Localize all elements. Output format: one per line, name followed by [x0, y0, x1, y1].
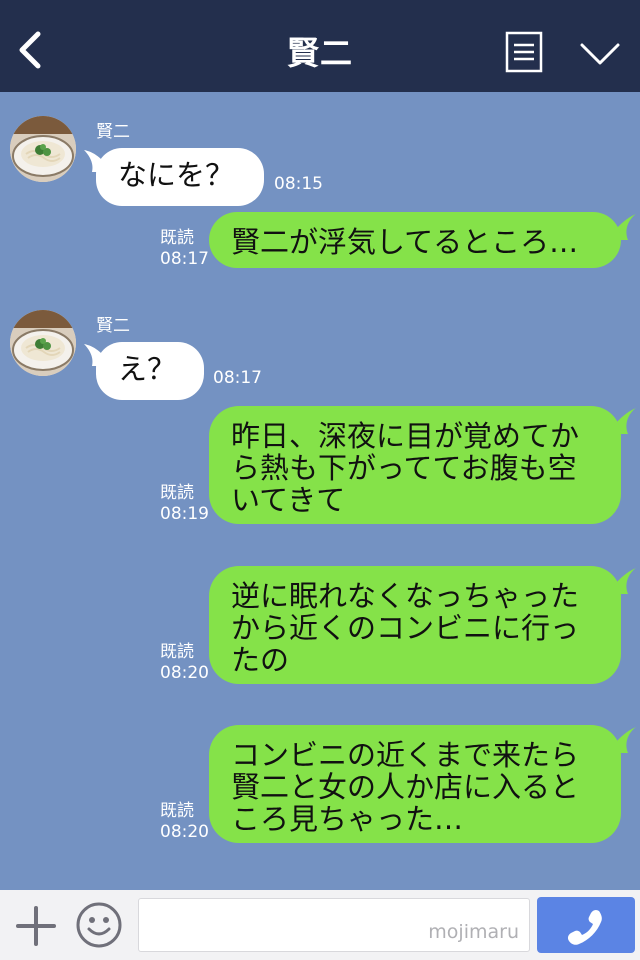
plus-icon [16, 906, 56, 946]
sender-name: 賢二 [96, 316, 130, 336]
chevron-down-icon [580, 43, 620, 65]
message-line: ころ見ちゃった… [231, 802, 464, 836]
message-line: コンビニの近くまで来たら [231, 738, 580, 772]
message-text: 賢二が浮気してるところ… [231, 225, 579, 259]
message-bubble-incoming[interactable]: え？ [96, 342, 204, 400]
message-time: 08:20 [160, 663, 209, 683]
add-button[interactable] [12, 902, 60, 950]
message-line: いてきて [231, 483, 346, 517]
call-button[interactable] [537, 897, 635, 953]
message-line: 賢二と女の人か店に入ると [231, 770, 580, 804]
read-receipt: 既読 08:20 [160, 801, 209, 843]
avatar[interactable] [10, 116, 76, 182]
smiley-icon [76, 902, 122, 948]
message-time: 08:20 [160, 822, 209, 842]
chat-title: 賢二 [286, 34, 353, 72]
message-line: ら熱も下がっててお腹も空 [231, 451, 577, 485]
collapse-button[interactable] [576, 36, 624, 70]
sticker-button[interactable] [74, 900, 124, 950]
read-label: 既読 [160, 801, 194, 821]
message-text: え？ [118, 352, 177, 386]
message-line: 昨日、深夜に目が覚めてか [231, 419, 580, 453]
message-bubble-outgoing[interactable]: 昨日、深夜に目が覚めてか ら熱も下がっててお腹も空 いてきて [209, 406, 621, 524]
read-label: 既読 [160, 483, 194, 503]
message-line: 逆に眠れなくなっちゃった [231, 579, 580, 613]
phone-icon [567, 909, 602, 945]
menu-button[interactable] [504, 30, 544, 74]
chat-header: 賢二 [0, 0, 640, 92]
avatar[interactable] [10, 310, 76, 376]
sender-name: 賢二 [96, 122, 130, 142]
message-line: たの [231, 643, 290, 677]
message-line: から近くのコンビニに行っ [231, 611, 580, 645]
udon-bowl-avatar [10, 310, 76, 376]
message-text: なにを？ [118, 158, 235, 192]
message-time: 08:19 [160, 504, 209, 524]
message-bubble-incoming[interactable]: なにを？ [96, 148, 264, 206]
message-time: 08:17 [213, 368, 262, 388]
chat-area[interactable]: 賢二 なにを？ 08:15 既読 08:17 賢二が浮気してるところ… 賢二 え… [0, 92, 640, 890]
read-receipt: 既読 08:17 [160, 228, 209, 270]
message-time: 08:15 [274, 174, 323, 194]
message-input[interactable]: mojimaru [138, 898, 530, 952]
menu-list-icon [505, 31, 543, 73]
read-receipt: 既読 08:20 [160, 642, 209, 684]
message-time: 08:17 [160, 249, 209, 269]
read-receipt: 既読 08:19 [160, 483, 209, 525]
udon-bowl-avatar [10, 116, 76, 182]
message-bubble-outgoing[interactable]: コンビニの近くまで来たら 賢二と女の人か店に入ると ころ見ちゃった… [209, 725, 621, 843]
message-bubble-outgoing[interactable]: 逆に眠れなくなっちゃった から近くのコンビニに行っ たの [209, 566, 621, 684]
message-bubble-outgoing[interactable]: 賢二が浮気してるところ… [209, 212, 621, 268]
watermark-text: mojimaru [428, 921, 519, 943]
read-label: 既読 [160, 228, 194, 248]
read-label: 既読 [160, 642, 194, 662]
